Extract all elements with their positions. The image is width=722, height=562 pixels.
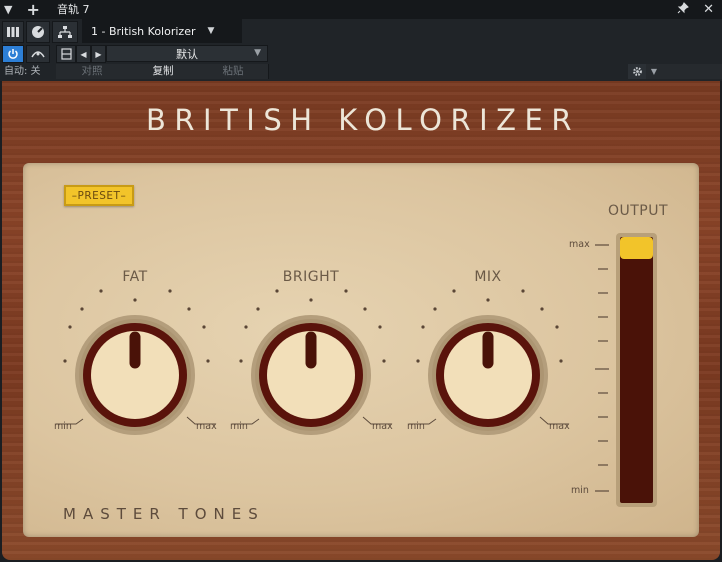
paste-button[interactable]: 粘贴 xyxy=(198,64,269,79)
chevron-down-icon: ▼ xyxy=(207,26,215,36)
next-preset-icon[interactable]: ▶ xyxy=(91,45,106,63)
plugin-toolbar: 1 - British Kolorizer ▼ ◀ ▶ 默认 ▼ 自动: 关 对… xyxy=(0,19,722,81)
control-panel: –PRESET– FAT BRIGHT MIX OUTPUT min max m… xyxy=(23,163,699,537)
settings-strip: ▼ xyxy=(628,64,722,79)
window-titlebar: ▼ + 音轨 7 ✕ xyxy=(0,0,722,19)
compare-button[interactable]: 对照 xyxy=(56,64,129,79)
power-button[interactable] xyxy=(2,45,24,63)
fat-knob[interactable] xyxy=(56,289,216,435)
chevron-down-icon: ▼ xyxy=(254,48,261,58)
window-title: 音轨 7 xyxy=(57,3,90,16)
brand-logo: MASTER TONES xyxy=(63,505,265,523)
meter-max-label: max xyxy=(569,239,590,250)
mix-min-label: min xyxy=(407,421,425,432)
gear-icon[interactable] xyxy=(628,64,646,79)
bright-min-label: min xyxy=(230,421,248,432)
automation-status[interactable]: 自动: 关 xyxy=(4,64,41,79)
fat-min-label: min xyxy=(54,421,72,432)
meter-scale xyxy=(595,244,609,492)
routing-icon[interactable] xyxy=(52,21,78,43)
track-selector[interactable]: 1 - British Kolorizer ▼ xyxy=(82,19,242,43)
dial-icon[interactable] xyxy=(26,21,50,43)
add-icon[interactable]: + xyxy=(26,0,39,19)
bright-max-label: max xyxy=(372,421,393,432)
chevron-down-icon[interactable]: ▼ xyxy=(647,64,661,79)
track-name: 1 - British Kolorizer xyxy=(91,24,196,38)
bright-knob[interactable] xyxy=(232,289,392,435)
mix-max-label: max xyxy=(549,421,570,432)
fat-max-label: max xyxy=(196,421,217,432)
plugin-title: BRITISH KOLORIZER xyxy=(145,103,581,137)
meter-min-label: min xyxy=(571,485,589,496)
preset-name: 默认 xyxy=(176,47,198,61)
close-icon[interactable]: ✕ xyxy=(703,2,714,17)
automation-icon[interactable] xyxy=(26,45,50,63)
mix-knob[interactable] xyxy=(409,289,569,435)
menu-dropdown-icon[interactable]: ▼ xyxy=(4,0,12,19)
channel-strip-icon[interactable] xyxy=(2,21,24,43)
output-meter xyxy=(595,233,657,507)
plugin-interface: BRITISH KOLORIZER –PRESET– FAT BRIGHT MI… xyxy=(2,81,720,560)
preset-browser-icon[interactable] xyxy=(56,45,76,63)
preset-dropdown[interactable]: 默认 ▼ xyxy=(106,45,268,62)
pin-icon[interactable] xyxy=(677,2,689,17)
meter-track xyxy=(620,237,653,503)
previous-preset-icon[interactable]: ◀ xyxy=(76,45,91,63)
copy-button[interactable]: 复制 xyxy=(128,64,199,79)
meter-peak-indicator[interactable] xyxy=(620,237,653,259)
controls-graphics xyxy=(56,233,657,507)
